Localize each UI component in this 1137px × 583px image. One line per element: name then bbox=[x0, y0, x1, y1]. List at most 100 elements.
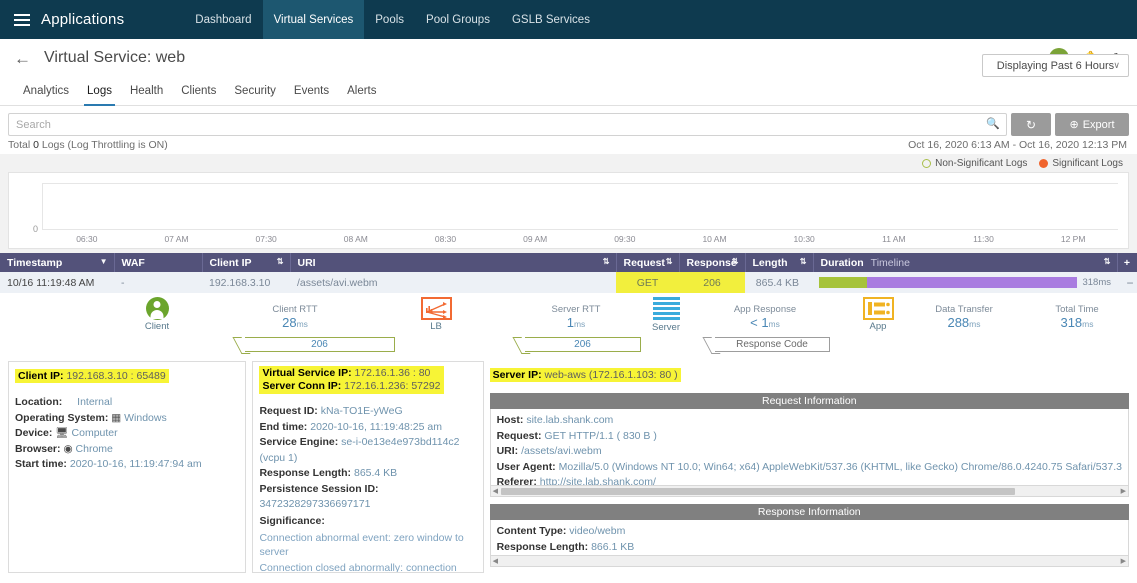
tab-events[interactable]: Events bbox=[285, 77, 338, 105]
x-tick-label: 07 AM bbox=[164, 234, 189, 244]
sort-icon[interactable]: ⇅ bbox=[800, 257, 807, 266]
sort-icon[interactable]: ⇅ bbox=[732, 257, 739, 266]
vs-response-length-row: Response Length: 865.4 KB bbox=[259, 466, 476, 482]
x-tick-label: 09:30 bbox=[614, 234, 636, 244]
sort-icon[interactable]: ⇅ bbox=[666, 257, 673, 266]
duration-bar-segment-2 bbox=[867, 277, 1078, 288]
col-duration[interactable]: Duration Timeline ⇅ bbox=[813, 253, 1118, 272]
x-tick-label: 12 PM bbox=[1060, 234, 1086, 244]
chevron-response-code-server: 206 bbox=[525, 337, 641, 352]
duration-bar-segment-1 bbox=[819, 277, 867, 288]
export-icon: ⊕ bbox=[1069, 119, 1079, 131]
back-arrow-icon[interactable]: ← bbox=[14, 50, 31, 67]
metric-client-rtt: Client RTT 28ms bbox=[235, 304, 355, 330]
client-detail-panel: Client IP: 192.168.3.10 : 65489 Location… bbox=[8, 361, 247, 573]
req-user-agent-label: User Agent: bbox=[496, 460, 556, 473]
export-button[interactable]: ⊕ Export bbox=[1055, 113, 1129, 136]
metric-server-rtt-unit: ms bbox=[573, 319, 586, 329]
windows-icon: ▦ bbox=[111, 411, 122, 424]
logs-histogram[interactable]: 0 06:30 07 AM 07:30 08 AM 08:30 09 AM 09:30 10 … bbox=[8, 172, 1129, 249]
nav-item-pool-groups[interactable]: Pool Groups bbox=[415, 0, 501, 39]
nav-item-pools[interactable]: Pools bbox=[364, 0, 415, 39]
scroll-right-icon[interactable]: ▶ bbox=[1121, 557, 1126, 565]
metric-total-time: Total Time 318ms bbox=[1017, 304, 1137, 330]
metric-data-transfer-value: 288 bbox=[947, 315, 970, 330]
total-prefix: Total bbox=[8, 139, 31, 151]
page-header: ← Virtual Service: web 100 🔔 ✎ bbox=[0, 39, 1137, 77]
col-length[interactable]: Length ⇅ bbox=[745, 253, 814, 272]
monitor-icon: 🖥 bbox=[55, 427, 69, 439]
col-uri-label: URI bbox=[297, 256, 316, 269]
vs-ip-label: Virtual Service IP: bbox=[262, 367, 352, 379]
request-horizontal-scrollbar[interactable]: ◀ ▶ bbox=[489, 486, 1129, 497]
tab-health[interactable]: Health bbox=[121, 77, 172, 105]
collapse-row-icon[interactable]: − bbox=[1120, 276, 1133, 290]
metric-total-time-value: 318 bbox=[1060, 315, 1083, 330]
flow-node-client-label: Client bbox=[144, 321, 170, 332]
vs-end-time-row: End time: 2020-10-16, 11:19:48:25 am bbox=[259, 420, 476, 436]
sub-tab-bar: Analytics Logs Health Clients Security E… bbox=[0, 54, 1137, 106]
req-host-value: site.lab.shank.com bbox=[526, 414, 614, 426]
chevron-down-icon: ∨ bbox=[1113, 60, 1120, 70]
x-tick-label: 08 AM bbox=[343, 234, 368, 244]
search-input[interactable] bbox=[8, 113, 1007, 136]
legend-significant[interactable]: Significant Logs bbox=[1039, 158, 1123, 169]
tab-analytics[interactable]: Analytics bbox=[14, 77, 78, 105]
col-response[interactable]: Response ⇅ bbox=[679, 253, 746, 272]
top-navigation-bar: Applications Dashboard Virtual Services … bbox=[0, 0, 1137, 39]
col-uri[interactable]: URI ⇅ bbox=[290, 253, 617, 272]
col-waf[interactable]: WAF bbox=[114, 253, 203, 272]
tab-clients[interactable]: Clients bbox=[172, 77, 225, 105]
response-horizontal-scrollbar[interactable]: ◀ ▶ bbox=[489, 556, 1129, 567]
col-client-ip[interactable]: Client IP ⇅ bbox=[202, 253, 291, 272]
nav-item-gslb-services[interactable]: GSLB Services bbox=[501, 0, 601, 39]
log-detail-panels: Client IP: 192.168.3.10 : 65489 Location… bbox=[0, 361, 1137, 573]
sort-icon[interactable]: ▼ bbox=[100, 257, 108, 266]
sort-icon[interactable]: ⇅ bbox=[277, 257, 284, 266]
search-field-wrapper: 🔍 bbox=[8, 113, 1007, 136]
col-request[interactable]: Request ⇅ bbox=[616, 253, 680, 272]
sort-icon[interactable]: ⇅ bbox=[1104, 257, 1111, 266]
tab-alerts[interactable]: Alerts bbox=[338, 77, 385, 105]
req-user-agent-value: Mozilla/5.0 (Windows NT 10.0; Win64; x64… bbox=[558, 460, 1122, 473]
nav-item-virtual-services[interactable]: Virtual Services bbox=[262, 0, 365, 39]
x-tick-label: 11:30 bbox=[973, 234, 994, 244]
legend-non-significant[interactable]: Non-Significant Logs bbox=[922, 158, 1027, 169]
client-location-row: Location: Internal bbox=[15, 395, 239, 411]
page-title: Virtual Service: web bbox=[44, 49, 186, 66]
vs-response-length-value: 865.4 KB bbox=[353, 467, 398, 479]
scroll-left-icon[interactable]: ◀ bbox=[493, 557, 498, 565]
client-device-value: Computer bbox=[71, 427, 118, 439]
req-uri-row: URI: /assets/avi.webm bbox=[497, 444, 1122, 460]
refresh-button[interactable]: ↻ bbox=[1011, 113, 1051, 136]
load-balancer-icon bbox=[420, 297, 452, 320]
tab-logs[interactable]: Logs bbox=[78, 77, 121, 106]
sort-icon[interactable]: ⇅ bbox=[603, 257, 610, 266]
req-referer-value: http://site.lab.shank.com/ bbox=[539, 476, 656, 486]
scroll-right-icon[interactable]: ▶ bbox=[1121, 487, 1126, 495]
metric-server-rtt-value: 1 bbox=[566, 315, 574, 330]
req-request-row: Request: GET HTTP/1.1 ( 830 B ) bbox=[497, 429, 1122, 445]
chart-legend: Non-Significant Logs Significant Logs bbox=[8, 156, 1129, 172]
significant-dot-icon bbox=[1039, 159, 1049, 168]
y-axis-tick-0: 0 bbox=[33, 224, 39, 234]
col-timestamp[interactable]: Timestamp ▼ bbox=[0, 253, 115, 272]
resp-length-value: 866.1 KB bbox=[591, 540, 635, 553]
hamburger-menu-icon[interactable] bbox=[14, 13, 30, 26]
metric-app-response-value: < 1 bbox=[750, 315, 769, 330]
table-header-row: Timestamp ▼ WAF Client IP ⇅ URI ⇅ Request ⇅ … bbox=[0, 253, 1137, 272]
scroll-left-icon[interactable]: ◀ bbox=[493, 487, 498, 495]
flow-node-app: App bbox=[848, 297, 908, 332]
logs-table: Timestamp ▼ WAF Client IP ⇅ URI ⇅ Request ⇅ … bbox=[0, 253, 1137, 293]
x-tick-label: 06:30 bbox=[76, 234, 98, 244]
tab-security[interactable]: Security bbox=[225, 77, 285, 105]
virtual-service-detail-panel: Virtual Service IP: 172.16.1.36 : 80 Ser… bbox=[252, 361, 484, 573]
time-range-selector[interactable]: Displaying Past 6 Hours ∨ bbox=[982, 54, 1129, 77]
scrollbar-thumb[interactable] bbox=[500, 487, 1015, 495]
chrome-icon: ◉ bbox=[63, 442, 73, 455]
table-row[interactable]: 10/16 11:19:48 AM - 192.168.3.10 /assets… bbox=[0, 272, 1137, 293]
search-icon[interactable]: 🔍 bbox=[986, 117, 1000, 130]
vs-request-id-value: kNa-TO1E-yWeG bbox=[320, 405, 403, 417]
nav-item-dashboard[interactable]: Dashboard bbox=[184, 0, 262, 39]
add-column-button[interactable]: + bbox=[1117, 253, 1137, 272]
